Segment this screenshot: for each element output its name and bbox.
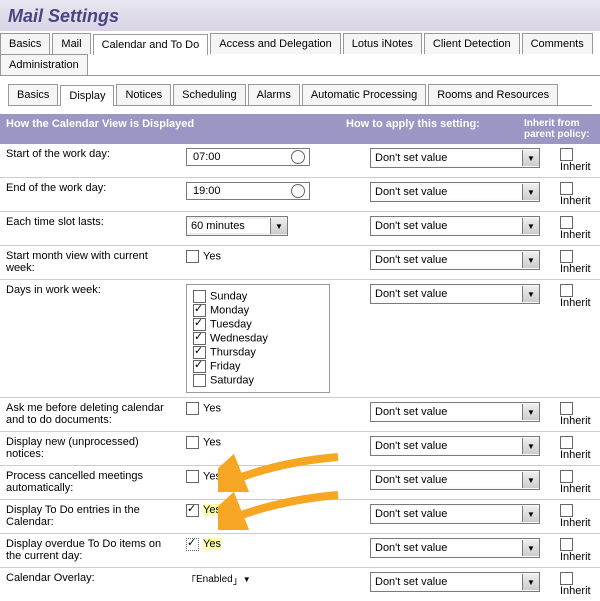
main-tab-client-detection[interactable]: Client Detection <box>424 33 520 54</box>
startmonth-checkbox[interactable] <box>186 250 199 263</box>
apply-select-days[interactable]: Don't set value▼ <box>370 284 540 304</box>
main-tabs: BasicsMailCalendar and To DoAccess and D… <box>0 33 600 76</box>
day-checkbox-friday[interactable] <box>193 360 206 373</box>
inherit-checkbox-slot[interactable] <box>560 216 573 229</box>
apply-select-overlay[interactable]: Don't set value▼ <box>370 572 540 592</box>
chevron-down-icon: ▼ <box>522 252 539 268</box>
inherit-checkbox-askdel[interactable] <box>560 402 573 415</box>
sub-tab-scheduling[interactable]: Scheduling <box>173 84 245 105</box>
chevron-down-icon: ▼ <box>522 574 539 590</box>
inherit-checkbox-disptodo[interactable] <box>560 504 573 517</box>
inherit-checkbox-dispoverdue[interactable] <box>560 538 573 551</box>
label-slot: Each time slot lasts: <box>0 212 180 246</box>
askdel-checkbox[interactable] <box>186 402 199 415</box>
chevron-down-icon: ▼ <box>522 286 539 302</box>
apply-select-disptodo[interactable]: Don't set value▼ <box>370 504 540 524</box>
start-time-input[interactable]: 07:00 <box>186 148 310 166</box>
main-tab-lotus-inotes[interactable]: Lotus iNotes <box>343 33 422 54</box>
day-label: Saturday <box>210 374 254 386</box>
sub-tab-alarms[interactable]: Alarms <box>248 84 300 105</box>
label-disptodo: Display To Do entries in the Calendar: <box>0 500 180 534</box>
day-label: Sunday <box>210 290 247 302</box>
inherit-checkbox-end[interactable] <box>560 182 573 195</box>
settings-table: Start of the work day: 07:00 Don't set v… <box>0 144 600 601</box>
chevron-down-icon: ▼ <box>522 506 539 522</box>
main-tab-administration[interactable]: Administration <box>0 54 88 75</box>
day-label: Wednesday <box>210 332 268 344</box>
day-label: Tuesday <box>210 318 252 330</box>
label-dispnew: Display new (unprocessed) notices: <box>0 432 180 466</box>
end-time-input[interactable]: 19:00 <box>186 182 310 200</box>
dispoverdue-checkbox[interactable] <box>186 538 199 551</box>
inherit-checkbox-startmonth[interactable] <box>560 250 573 263</box>
apply-select-slot[interactable]: Don't set value▼ <box>370 216 540 236</box>
main-tab-basics[interactable]: Basics <box>0 33 50 54</box>
label-askdel: Ask me before deleting calendar and to d… <box>0 398 180 432</box>
chevron-down-icon: ▼ <box>522 218 539 234</box>
label-days: Days in work week: <box>0 280 180 398</box>
label-start-day: Start of the work day: <box>0 144 180 178</box>
label-proccancel: Process cancelled meetings automatically… <box>0 466 180 500</box>
label-startmonth: Start month view with current week: <box>0 246 180 280</box>
main-tab-comments[interactable]: Comments <box>522 33 593 54</box>
inherit-checkbox-overlay[interactable] <box>560 572 573 585</box>
disptodo-checkbox[interactable] <box>186 504 199 517</box>
proccancel-checkbox[interactable] <box>186 470 199 483</box>
chevron-down-icon: ▼ <box>522 540 539 556</box>
apply-select-dispoverdue[interactable]: Don't set value▼ <box>370 538 540 558</box>
section-col1: How the Calendar View is Displayed <box>6 118 346 140</box>
overlay-selector[interactable]: 「Enabled」▼ <box>186 572 251 587</box>
inherit-checkbox-start[interactable] <box>560 148 573 161</box>
section-header: How the Calendar View is Displayed How t… <box>0 114 600 144</box>
chevron-down-icon: ▼ <box>270 218 287 234</box>
sub-tab-rooms-and-resources[interactable]: Rooms and Resources <box>428 84 558 105</box>
apply-select-startmonth[interactable]: Don't set value▼ <box>370 250 540 270</box>
apply-select-askdel[interactable]: Don't set value▼ <box>370 402 540 422</box>
day-label: Friday <box>210 360 241 372</box>
chevron-down-icon: ▼ <box>522 438 539 454</box>
chevron-down-icon: ▼ <box>522 472 539 488</box>
main-tab-access-and-delegation[interactable]: Access and Delegation <box>210 33 341 54</box>
chevron-down-icon: ▼ <box>522 184 539 200</box>
sub-tab-display[interactable]: Display <box>60 85 114 106</box>
apply-select-dispnew[interactable]: Don't set value▼ <box>370 436 540 456</box>
main-tab-calendar-and-to-do[interactable]: Calendar and To Do <box>93 34 209 55</box>
chevron-down-icon: ▼ <box>522 404 539 420</box>
day-label: Monday <box>210 304 249 316</box>
dispnew-checkbox[interactable] <box>186 436 199 449</box>
sub-tab-basics[interactable]: Basics <box>8 84 58 105</box>
main-tab-mail[interactable]: Mail <box>52 33 90 54</box>
days-listbox[interactable]: Sunday Monday Tuesday Wednesday Thursday Frid… <box>186 284 330 393</box>
day-checkbox-saturday[interactable] <box>193 374 206 387</box>
label-overlay: Calendar Overlay: <box>0 568 180 601</box>
disptodo-yes: Yes <box>203 504 221 516</box>
label-dispoverdue: Display overdue To Do items on the curre… <box>0 534 180 568</box>
sub-tab-automatic-processing[interactable]: Automatic Processing <box>302 84 426 105</box>
clock-icon <box>291 184 305 198</box>
label-end-day: End of the work day: <box>0 178 180 212</box>
chevron-down-icon: ▼ <box>522 150 539 166</box>
dispoverdue-yes: Yes <box>203 538 221 550</box>
sub-tabs: BasicsDisplayNoticesSchedulingAlarmsAuto… <box>8 84 592 106</box>
day-label: Thursday <box>210 346 256 358</box>
inherit-checkbox-dispnew[interactable] <box>560 436 573 449</box>
clock-icon <box>291 150 305 164</box>
inherit-checkbox-days[interactable] <box>560 284 573 297</box>
inherit-checkbox-proccancel[interactable] <box>560 470 573 483</box>
slot-select[interactable]: 60 minutes▼ <box>186 216 288 236</box>
page-title: Mail Settings <box>8 6 592 27</box>
apply-select-end[interactable]: Don't set value▼ <box>370 182 540 202</box>
apply-select-start[interactable]: Don't set value▼ <box>370 148 540 168</box>
sub-tab-notices[interactable]: Notices <box>116 84 171 105</box>
section-col2: How to apply this setting: <box>346 118 524 140</box>
apply-select-proccancel[interactable]: Don't set value▼ <box>370 470 540 490</box>
section-col3: Inherit from parent policy: <box>524 118 594 140</box>
